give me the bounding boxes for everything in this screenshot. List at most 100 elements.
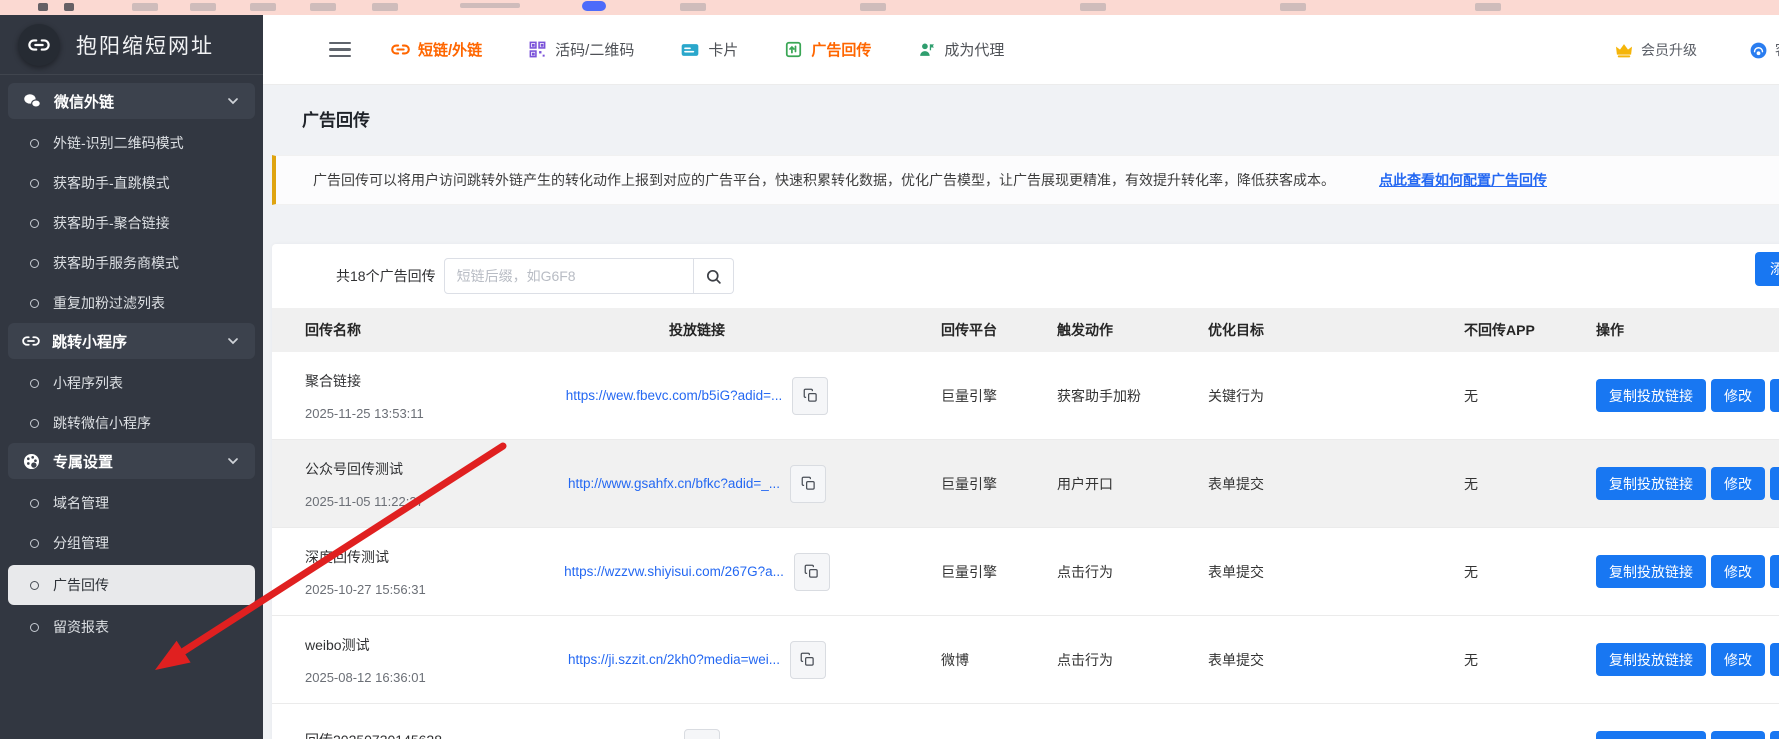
banner-config-link[interactable]: 点此查看如何配置广告回传 bbox=[1379, 170, 1547, 190]
col-header-goal: 优化目标 bbox=[1174, 320, 1430, 340]
bullet-icon bbox=[30, 179, 39, 188]
bullet-icon bbox=[30, 419, 39, 428]
sidebar-item-group-management[interactable]: 分组管理 bbox=[0, 523, 263, 563]
bookmark-mark bbox=[310, 3, 336, 11]
callback-name: 聚合链接 bbox=[305, 371, 487, 391]
table-row: 回传20250730145628 复制投放链接修改删除 bbox=[272, 704, 1779, 739]
edit-button[interactable]: 修改 bbox=[1711, 379, 1765, 412]
nav-tab-qrcode[interactable]: 活码/二维码 bbox=[528, 39, 634, 60]
sidebar-section-wechat-links[interactable]: 微信外链 bbox=[8, 83, 255, 119]
copy-link-button[interactable] bbox=[790, 641, 826, 679]
sidebar-item-direct-jump[interactable]: 获客助手-直跳模式 bbox=[0, 163, 263, 203]
copy-link-button[interactable] bbox=[792, 377, 828, 415]
banner-text: 广告回传可以将用户访问跳转外链产生的转化动作上报到对应的广告平台，快速积累转化数… bbox=[313, 170, 1335, 190]
copy-campaign-link-button[interactable]: 复制投放链接 bbox=[1596, 379, 1706, 412]
sidebar-section-mini-program[interactable]: 跳转小程序 bbox=[8, 323, 255, 359]
no-app-flag: 无 bbox=[1464, 652, 1478, 668]
chevron-down-icon bbox=[225, 333, 241, 349]
trigger-action: 点击行为 bbox=[1057, 652, 1113, 668]
sidebar-item-mini-program-list[interactable]: 小程序列表 bbox=[0, 363, 263, 403]
optimize-goal: 表单提交 bbox=[1208, 652, 1264, 668]
chevron-down-icon bbox=[225, 93, 241, 109]
member-upgrade-button[interactable]: 会员升级 bbox=[1614, 40, 1697, 60]
campaign-link[interactable]: http://www.gsahfx.cn/bfkc?adid=_... bbox=[568, 476, 780, 491]
callback-name: 深度回传测试 bbox=[305, 547, 487, 567]
search-row: 共18个广告回传 添加广告回传 bbox=[272, 244, 1779, 308]
copy-icon bbox=[800, 652, 815, 667]
delete-button[interactable]: 删除 bbox=[1770, 379, 1779, 412]
table-header: 回传名称 投放链接 回传平台 触发动作 优化目标 不回传APP 操作 bbox=[272, 308, 1779, 352]
copy-link-button[interactable] bbox=[794, 553, 830, 591]
app-title: 抱阳缩短网址 bbox=[76, 30, 214, 60]
bullet-icon bbox=[30, 623, 39, 632]
bookmark-mark-blue bbox=[582, 1, 606, 11]
copy-link-button[interactable] bbox=[684, 729, 720, 739]
bullet-icon bbox=[30, 139, 39, 148]
sidebar-item-aggregate-link[interactable]: 获客助手-聚合链接 bbox=[0, 203, 263, 243]
bullet-icon bbox=[30, 299, 39, 308]
agent-icon bbox=[917, 40, 936, 59]
col-header-actions: 操作 bbox=[1562, 320, 1779, 340]
campaign-link[interactable]: https://wzzvw.shiyisui.com/267G?a... bbox=[564, 564, 784, 579]
page-title: 广告回传 bbox=[302, 106, 370, 131]
menu-toggle-button[interactable] bbox=[329, 42, 351, 58]
bookmark-mark bbox=[1475, 3, 1501, 11]
copy-campaign-link-button[interactable]: 复制投放链接 bbox=[1596, 643, 1706, 676]
search-button[interactable] bbox=[694, 258, 734, 294]
bullet-icon bbox=[30, 379, 39, 388]
sidebar-section-exclusive-settings[interactable]: 专属设置 bbox=[8, 443, 255, 479]
no-app-flag: 无 bbox=[1464, 476, 1478, 492]
search-input[interactable] bbox=[444, 258, 694, 294]
sidebar-item-ad-callback[interactable]: 广告回传 bbox=[8, 565, 255, 605]
qrcode-icon bbox=[528, 40, 547, 59]
customer-service-button[interactable]: 客服 bbox=[1749, 40, 1779, 60]
sidebar-item-jump-wechat-mini[interactable]: 跳转微信小程序 bbox=[0, 403, 263, 443]
edit-button[interactable]: 修改 bbox=[1711, 555, 1765, 588]
copy-campaign-link-button[interactable]: 复制投放链接 bbox=[1596, 467, 1706, 500]
nav-tab-card[interactable]: 卡片 bbox=[680, 39, 738, 60]
add-callback-button[interactable]: 添加广告回传 bbox=[1755, 252, 1779, 286]
ad-callback-icon bbox=[784, 40, 803, 59]
crown-icon bbox=[1614, 40, 1634, 60]
no-app-flag: 无 bbox=[1464, 388, 1478, 404]
sidebar-item-duplicate-filter[interactable]: 重复加粉过滤列表 bbox=[0, 283, 263, 323]
delete-button[interactable]: 删除 bbox=[1770, 643, 1779, 676]
col-header-platform: 回传平台 bbox=[907, 320, 1023, 340]
bookmark-mark bbox=[372, 3, 398, 11]
delete-button[interactable]: 删除 bbox=[1770, 555, 1779, 588]
bullet-icon bbox=[30, 219, 39, 228]
col-header-trigger: 触发动作 bbox=[1023, 320, 1174, 340]
trigger-action: 获客助手加粉 bbox=[1057, 388, 1141, 404]
table-row: 聚合链接2025-11-25 13:53:11 https://wew.fbev… bbox=[272, 352, 1779, 440]
bookmark-mark bbox=[38, 3, 48, 11]
nav-tab-short-links[interactable]: 短链/外链 bbox=[391, 39, 482, 60]
campaign-link[interactable]: https://wew.fbevc.com/b5iG?adid=... bbox=[566, 388, 783, 403]
nav-tab-become-agent[interactable]: 成为代理 bbox=[917, 39, 1004, 60]
delete-button[interactable]: 删除 bbox=[1770, 467, 1779, 500]
edit-button[interactable]: 修改 bbox=[1711, 643, 1765, 676]
campaign-link[interactable]: https://ji.szzit.cn/2kh0?media=wei... bbox=[568, 652, 780, 667]
support-icon bbox=[1749, 41, 1768, 60]
copy-campaign-link-button[interactable]: 复制投放链接 bbox=[1596, 731, 1706, 739]
table-row: 公众号回传测试2025-11-05 11:22:27 http://www.gs… bbox=[272, 440, 1779, 528]
copy-campaign-link-button[interactable]: 复制投放链接 bbox=[1596, 555, 1706, 588]
nav-tab-ad-callback[interactable]: 广告回传 bbox=[784, 39, 871, 60]
delete-button[interactable]: 删除 bbox=[1770, 731, 1779, 739]
copy-link-button[interactable] bbox=[790, 465, 826, 503]
bookmark-mark bbox=[132, 3, 158, 11]
edit-button[interactable]: 修改 bbox=[1711, 731, 1765, 739]
col-header-no-app: 不回传APP bbox=[1430, 320, 1562, 340]
card-icon bbox=[680, 40, 700, 60]
logo-link-icon bbox=[18, 24, 60, 66]
sidebar-item-domain-management[interactable]: 域名管理 bbox=[0, 483, 263, 523]
platform: 巨量引擎 bbox=[941, 476, 997, 492]
bookmark-mark bbox=[190, 3, 216, 11]
sidebar-item-lead-report[interactable]: 留资报表 bbox=[0, 607, 263, 647]
top-nav: 短链/外链 活码/二维码 卡片 广告回传 成为代理 会员升级 客服 bbox=[263, 15, 1779, 85]
sidebar-item-qrcode-mode[interactable]: 外链-识别二维码模式 bbox=[0, 123, 263, 163]
sidebar: 抱阳缩短网址 微信外链 外链-识别二维码模式 获客助手-直跳模式 获客助手-聚合… bbox=[0, 15, 263, 739]
browser-strip bbox=[0, 0, 1779, 15]
edit-button[interactable]: 修改 bbox=[1711, 467, 1765, 500]
no-app-flag: 无 bbox=[1464, 564, 1478, 580]
sidebar-item-service-provider[interactable]: 获客助手服务商模式 bbox=[0, 243, 263, 283]
